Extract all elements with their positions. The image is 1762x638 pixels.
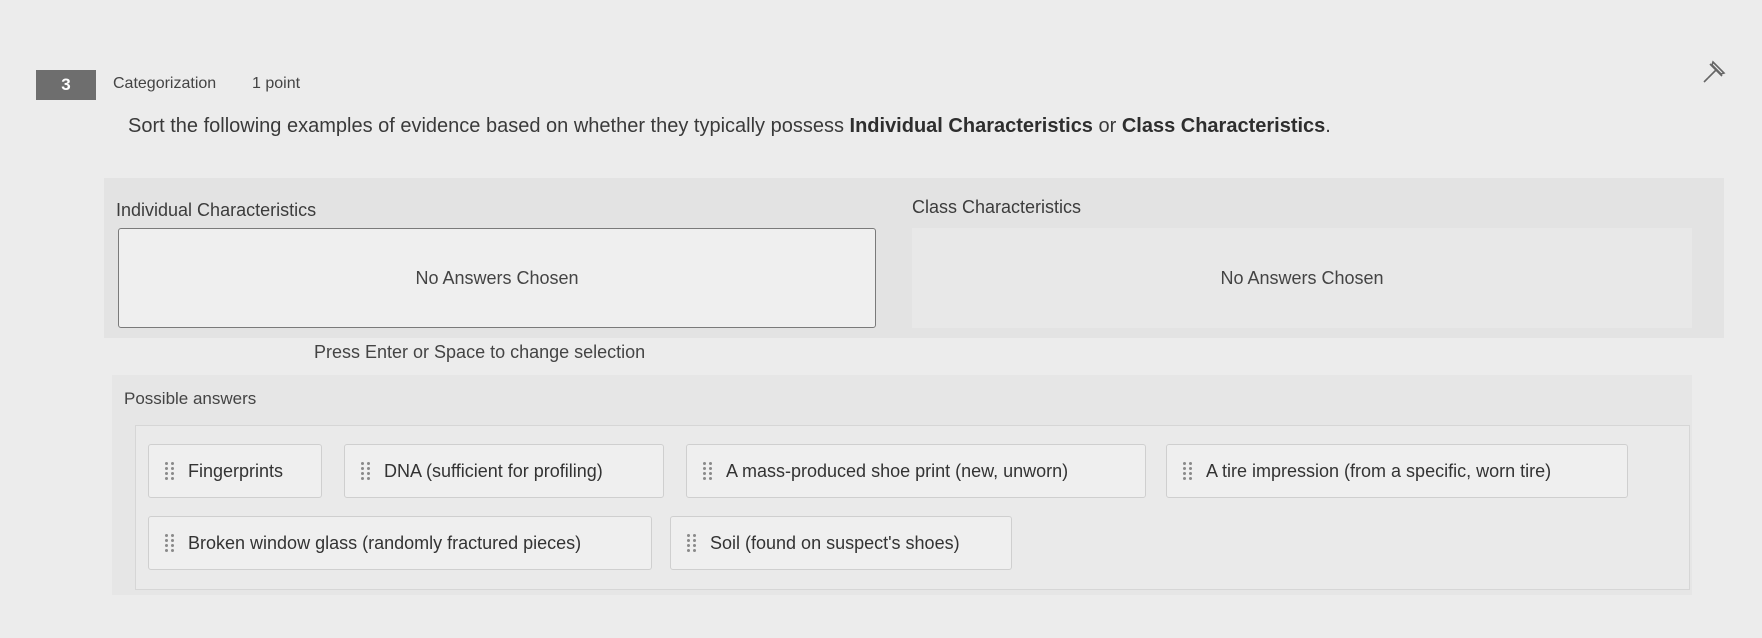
pin-icon[interactable]	[1700, 58, 1728, 86]
answer-chip-fingerprints[interactable]: Fingerprints	[148, 444, 322, 498]
question-number-badge: 3	[36, 70, 96, 100]
answer-chip-soil[interactable]: Soil (found on suspect's shoes)	[670, 516, 1012, 570]
drag-handle-icon	[703, 462, 712, 480]
drag-handle-icon	[165, 462, 174, 480]
question-points: 1 point	[252, 75, 301, 92]
answer-label: A mass-produced shoe print (new, unworn)	[726, 460, 1069, 481]
answer-chip-dna[interactable]: DNA (sufficient for profiling)	[344, 444, 664, 498]
question-prompt: Sort the following examples of evidence …	[128, 115, 1331, 137]
drag-handle-icon	[165, 534, 174, 552]
drop-zone-placeholder: No Answers Chosen	[415, 267, 579, 288]
prompt-bold-class: Class Characteristics	[1121, 115, 1326, 137]
answer-label: Fingerprints	[188, 460, 284, 481]
drop-zone-class[interactable]: No Answers Chosen	[912, 228, 1692, 328]
possible-answers-title: Possible answers	[124, 389, 257, 408]
answer-chip-tire-impression[interactable]: A tire impression (from a specific, worn…	[1166, 444, 1628, 498]
answer-chip-broken-glass[interactable]: Broken window glass (randomly fractured …	[148, 516, 652, 570]
answer-label: A tire impression (from a specific, worn…	[1206, 460, 1552, 481]
drop-zone-individual[interactable]: No Answers Chosen	[118, 228, 876, 328]
drop-zone-placeholder: No Answers Chosen	[1220, 267, 1384, 288]
keyboard-hint: Press Enter or Space to change selection	[314, 342, 646, 362]
category-label-individual: Individual Characteristics	[116, 200, 317, 220]
prompt-bold-individual: Individual Characteristics	[849, 115, 1093, 137]
drag-handle-icon	[361, 462, 370, 480]
answer-label: DNA (sufficient for profiling)	[384, 460, 603, 481]
answer-chip-shoe-print[interactable]: A mass-produced shoe print (new, unworn)	[686, 444, 1146, 498]
question-type: Categorization	[113, 75, 217, 92]
answer-label: Broken window glass (randomly fractured …	[188, 532, 582, 553]
drag-handle-icon	[1183, 462, 1192, 480]
drag-handle-icon	[687, 534, 696, 552]
category-label-class: Class Characteristics	[912, 197, 1082, 217]
answer-label: Soil (found on suspect's shoes)	[710, 532, 960, 553]
